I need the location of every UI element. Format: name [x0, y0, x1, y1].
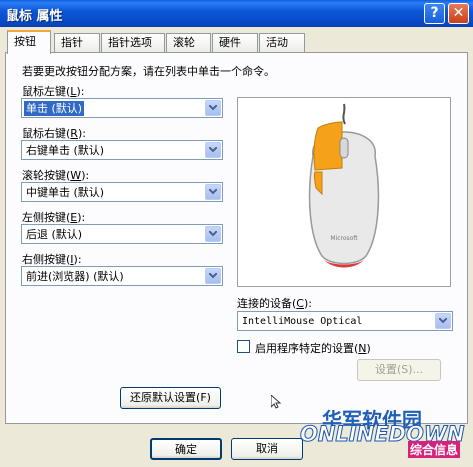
settings-button[interactable]: 设置(S)... — [357, 359, 441, 381]
mouse-preview: Microsoft — [237, 97, 451, 287]
ok-button[interactable]: 确定 — [150, 438, 222, 460]
cancel-button[interactable]: 取消 — [231, 438, 303, 460]
chevron-down-icon[interactable] — [205, 142, 221, 158]
device-value: IntelliMouse Optical — [242, 316, 363, 327]
device-select[interactable]: IntelliMouse Optical — [237, 311, 453, 331]
left-button-value: 单击 (默认) — [24, 101, 85, 116]
right-button-label: 鼠标右键(R): — [22, 127, 86, 140]
right-side-button-value: 前进(浏览器) (默认) — [26, 270, 124, 283]
restore-defaults-button[interactable]: 还原默认设置(F) — [120, 387, 221, 409]
right-side-button-select[interactable]: 前进(浏览器) (默认) — [21, 266, 223, 286]
chevron-down-icon[interactable] — [205, 268, 221, 284]
close-icon: ✕ — [452, 5, 465, 21]
mouse-icon: Microsoft — [308, 103, 380, 268]
svg-text:Microsoft: Microsoft — [330, 235, 358, 242]
left-side-button-label: 左侧按键(E): — [22, 211, 86, 224]
left-button-select[interactable]: 单击 (默认) — [21, 98, 223, 118]
left-button-label: 鼠标左键(L): — [22, 85, 85, 98]
chevron-down-icon[interactable] — [435, 313, 451, 329]
right-button-select[interactable]: 右键单击 (默认) — [21, 140, 223, 160]
device-label: 连接的设备(C): — [237, 297, 312, 310]
cursor-icon — [271, 395, 281, 409]
wheel-button-value: 中键单击 (默认) — [26, 186, 105, 199]
app-specific-label: 启用程序特定的设置(N) — [255, 342, 371, 355]
left-side-button-select[interactable]: 后退 (默认) — [21, 224, 223, 244]
window-title: 鼠标 属性 — [6, 9, 63, 24]
tab-pointer-options[interactable]: 指针选项 — [101, 33, 165, 53]
watermark-sub: 综合信息 — [408, 441, 461, 458]
instruction-text: 若要更改按钮分配方案，请在列表中单击一个命令。 — [22, 65, 275, 78]
left-side-button-value: 后退 (默认) — [26, 228, 83, 241]
help-button[interactable]: ? — [424, 3, 445, 24]
title-bar[interactable]: 鼠标 属性 ? ✕ — [0, 0, 473, 27]
tab-hardware[interactable]: 硬件 — [212, 33, 258, 53]
tab-activity[interactable]: 活动 — [259, 33, 305, 53]
right-button-value: 右键单击 (默认) — [26, 144, 105, 157]
chevron-down-icon[interactable] — [205, 226, 221, 242]
tab-buttons[interactable]: 按钮 — [7, 30, 51, 54]
tab-wheel[interactable]: 滚轮 — [166, 33, 211, 53]
tab-pointers[interactable]: 指针 — [54, 33, 100, 53]
wheel-button-label: 滚轮按键(W): — [22, 169, 90, 182]
right-side-button-label: 右侧按键(I): — [22, 253, 82, 266]
chevron-down-icon[interactable] — [205, 184, 221, 200]
chevron-down-icon[interactable] — [205, 100, 221, 116]
app-specific-checkbox[interactable] — [237, 340, 250, 353]
close-button[interactable]: ✕ — [448, 3, 469, 24]
wheel-button-select[interactable]: 中键单击 (默认) — [21, 182, 223, 202]
help-icon: ? — [430, 5, 439, 21]
